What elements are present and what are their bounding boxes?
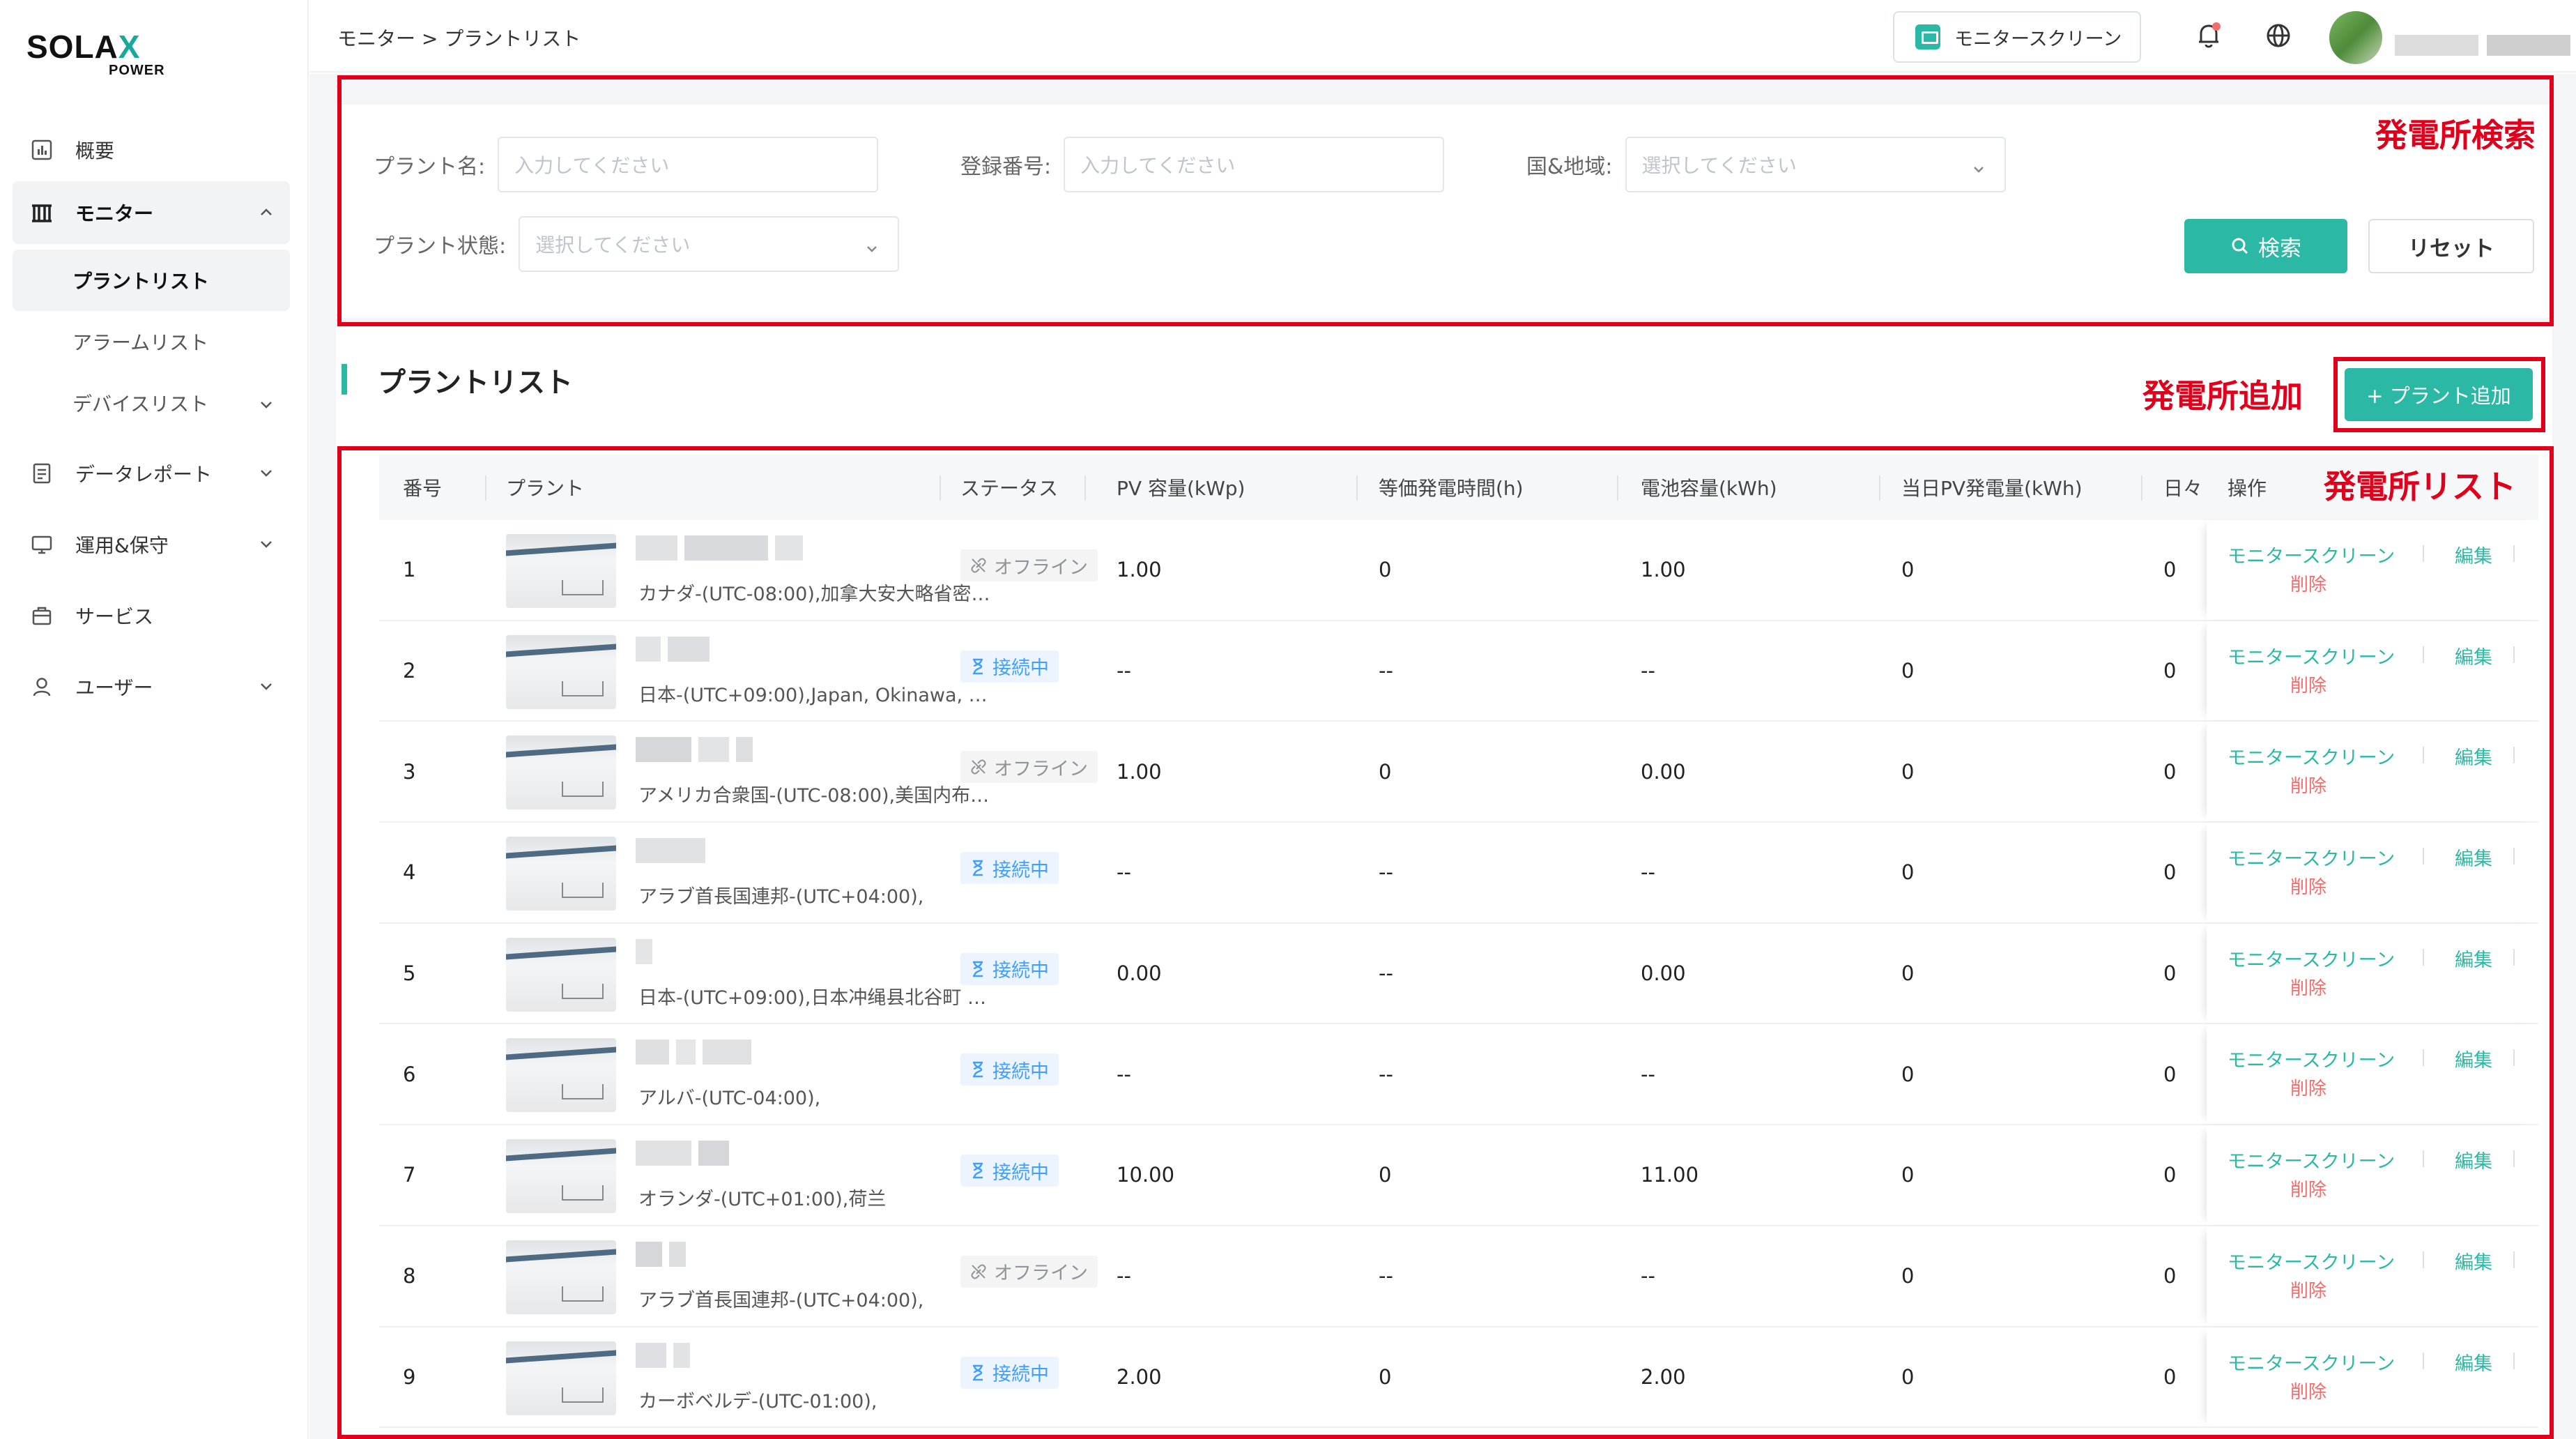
annotation-label-add: 発電所追加 xyxy=(2142,371,2303,417)
annotation-label-search: 発電所検索 xyxy=(2375,110,2536,156)
sidebar-item-data-report[interactable]: データレポート xyxy=(13,442,290,505)
chevron-down-icon xyxy=(258,395,275,418)
chevron-down-icon xyxy=(258,676,275,699)
chevron-down-icon xyxy=(258,534,275,557)
sidebar-item-monitor[interactable]: モニター xyxy=(13,181,290,244)
chart-icon xyxy=(29,137,54,162)
sidebar-item-label: サービス xyxy=(75,602,153,630)
sidebar-item-label: ユーザー xyxy=(75,673,153,701)
breadcrumb: モニター > プラントリスト xyxy=(337,24,581,52)
report-icon xyxy=(29,461,54,486)
logo-text: SOLA xyxy=(26,29,118,65)
sidebar-subitem-label: プラントリスト xyxy=(72,266,209,294)
annotation-box-add xyxy=(2333,357,2545,432)
plant-list-title: プラントリスト xyxy=(378,360,573,400)
sidebar-item-operation[interactable]: 運用&保守 xyxy=(13,513,290,576)
bank-icon xyxy=(29,200,54,225)
sidebar-item-user[interactable]: ユーザー xyxy=(13,655,290,718)
annotation-box-list xyxy=(337,446,2554,1439)
user-name-redacted xyxy=(2395,35,2478,56)
logo-sub: POWER xyxy=(109,63,165,79)
sidebar-item-overview[interactable]: 概要 xyxy=(13,119,290,181)
sidebar-nav: 概要 モニター プラントリスト アラームリスト デバイスリスト データレポート xyxy=(13,119,290,718)
sidebar-subitem-device-list[interactable]: デバイスリスト xyxy=(13,372,290,434)
title-accent-bar xyxy=(342,364,347,395)
bag-icon xyxy=(29,603,54,628)
annotation-box-search xyxy=(337,75,2554,326)
sidebar-subitem-label: アラームリスト xyxy=(72,328,208,356)
sidebar: SOLAX POWER 概要 モニター プラントリスト アラームリスト デバイス… xyxy=(0,0,309,1439)
sidebar-subitem-alarm-list[interactable]: アラームリスト xyxy=(13,311,290,372)
annotation-label-list: 発電所リスト xyxy=(2324,462,2516,508)
logo-x: X xyxy=(118,29,141,65)
bell-icon[interactable] xyxy=(2191,18,2226,56)
sidebar-subitem-plant-list[interactable]: プラントリスト xyxy=(13,250,290,311)
chevron-down-icon xyxy=(258,463,275,486)
monitor-screen-label: モニタースクリーン xyxy=(1954,24,2122,51)
sidebar-item-label: データレポート xyxy=(75,459,212,487)
globe-icon[interactable] xyxy=(2261,18,2296,56)
sidebar-subitem-label: デバイスリスト xyxy=(72,389,208,417)
sidebar-item-label: 概要 xyxy=(75,136,114,164)
screen-icon xyxy=(1915,24,1940,50)
chevron-up-icon xyxy=(258,202,275,225)
solax-logo[interactable]: SOLAX POWER xyxy=(26,31,140,63)
sidebar-item-label: モニター xyxy=(75,199,153,227)
monitor-screen-button[interactable]: モニタースクリーン xyxy=(1893,11,2141,63)
sidebar-item-label: 運用&保守 xyxy=(75,531,169,558)
topbar: モニター > プラントリスト モニタースクリーン xyxy=(309,0,2576,73)
user-icon xyxy=(29,674,54,699)
sidebar-item-service[interactable]: サービス xyxy=(13,584,290,647)
user-name-redacted xyxy=(2487,35,2570,56)
avatar[interactable] xyxy=(2329,11,2382,64)
monitor-icon xyxy=(29,532,54,557)
